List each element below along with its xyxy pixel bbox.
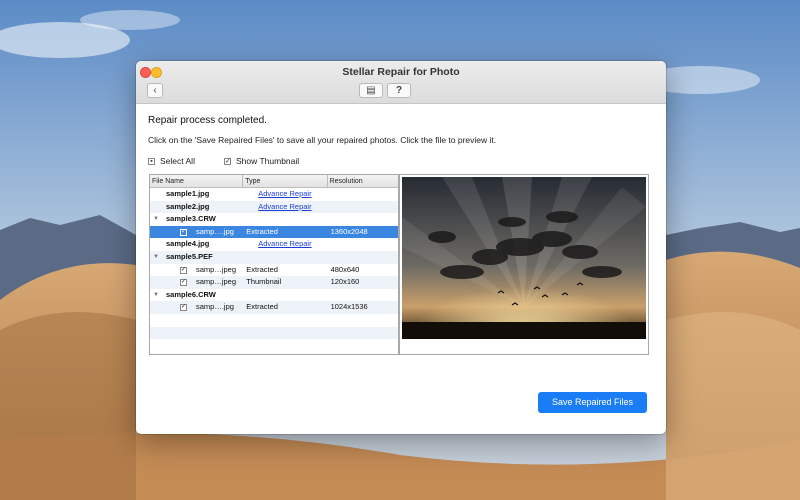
save-icon: ▤ <box>366 85 376 96</box>
empty-row <box>150 314 398 327</box>
table-row[interactable]: ✓ samp…jpeg Extracted 480x640 <box>150 264 398 277</box>
show-thumbnail-label: Show Thumbnail <box>236 156 300 166</box>
table-row[interactable]: ✓ samp…jpeg Thumbnail 120x160 <box>150 276 398 289</box>
file-name: samp…jpeg <box>196 277 237 287</box>
file-name: sample2.jpg <box>166 201 210 211</box>
column-header-type[interactable]: Type <box>243 175 328 187</box>
back-button[interactable]: ‹ <box>147 83 163 98</box>
file-type <box>243 251 327 264</box>
resolution <box>328 251 398 264</box>
file-name: samp…jpeg <box>196 264 237 274</box>
resolution <box>328 213 398 226</box>
table-row[interactable]: ▼ sample3.CRW <box>150 213 398 226</box>
column-header-resolution[interactable]: Resolution <box>328 175 398 187</box>
disclosure-triangle-icon[interactable]: ▼ <box>153 213 159 226</box>
file-name: sample4.jpg <box>166 239 210 249</box>
select-all-checkbox-icon[interactable]: ▪ <box>148 157 155 165</box>
row-checkbox-icon[interactable]: ✓ <box>180 266 187 274</box>
table-row[interactable]: ▼ sample6.CRW <box>150 289 398 302</box>
file-type <box>243 289 327 302</box>
table-body: sample1.jpg Advance Repair sample2.jpg A… <box>150 188 398 352</box>
help-icon: ? <box>395 85 403 96</box>
resolution: 1360x2048 <box>330 226 368 236</box>
window-title: Stellar Repair for Photo <box>342 66 460 78</box>
preview-image <box>402 177 646 339</box>
app-window: Stellar Repair for Photo ‹ ▤ ? Repair pr… <box>136 61 666 434</box>
disclosure-triangle-icon[interactable]: ▼ <box>153 251 159 264</box>
file-type: Extracted <box>246 302 278 312</box>
select-all-label: Select All <box>160 156 195 166</box>
table-row[interactable]: sample4.jpg Advance Repair <box>150 238 398 251</box>
file-name: samp….jpg <box>196 226 234 236</box>
advance-repair-link[interactable]: Advance Repair <box>246 189 311 198</box>
file-type: Thumbnail <box>246 277 282 287</box>
row-checkbox-icon[interactable]: ✓ <box>180 228 187 236</box>
row-checkbox-icon[interactable]: ✓ <box>180 279 187 287</box>
table-row[interactable]: sample1.jpg Advance Repair <box>150 188 398 201</box>
back-icon: ‹ <box>153 85 157 96</box>
table-row[interactable]: ▼ sample5.PEF <box>150 250 398 264</box>
select-all-option[interactable]: ▪ Select All <box>148 156 195 166</box>
disclosure-triangle-icon[interactable]: ▼ <box>153 289 159 302</box>
file-type: Extracted <box>246 226 278 236</box>
table-header: File Name Type Resolution <box>150 175 398 188</box>
help-button[interactable]: ? <box>387 83 411 98</box>
file-name: samp….jpg <box>196 302 234 312</box>
title-bar: Stellar Repair for Photo ‹ ▤ ? <box>136 61 666 104</box>
file-name: sample6.CRW <box>166 289 216 299</box>
file-name: sample3.CRW <box>166 214 216 224</box>
resolution <box>328 238 398 251</box>
table-row-selected[interactable]: ✓ samp….jpg Extracted 1360x2048 <box>150 225 398 239</box>
resolution: 1024x1536 <box>330 302 368 312</box>
resolution <box>328 289 398 302</box>
file-name: sample5.PEF <box>166 251 213 261</box>
advance-repair-link[interactable]: Advance Repair <box>246 239 311 248</box>
resolution <box>328 201 398 214</box>
show-thumbnail-option[interactable]: ✓ Show Thumbnail <box>224 156 299 166</box>
image-preview-pane <box>399 174 649 355</box>
table-row[interactable]: ✓ samp….jpg Extracted 1024x1536 <box>150 301 398 314</box>
advance-repair-link[interactable]: Advance Repair <box>246 202 311 211</box>
empty-row <box>150 339 398 352</box>
table-row[interactable]: sample2.jpg Advance Repair <box>150 200 398 214</box>
instruction-text: Click on the 'Save Repaired Files' to sa… <box>148 135 497 145</box>
main-content: Repair process completed. Click on the '… <box>136 104 666 434</box>
show-thumbnail-checkbox-icon[interactable]: ✓ <box>224 157 231 165</box>
resolution: 120x160 <box>330 277 360 287</box>
save-toolbar-button[interactable]: ▤ <box>359 83 383 98</box>
row-checkbox-icon[interactable]: ✓ <box>180 304 187 312</box>
file-type: Extracted <box>246 264 278 274</box>
file-table: File Name Type Resolution sample1.jpg Ad… <box>149 174 399 355</box>
empty-row <box>150 326 398 340</box>
file-type <box>243 213 327 226</box>
status-heading: Repair process completed. <box>148 115 267 126</box>
resolution: 480x640 <box>330 264 360 274</box>
resolution <box>328 188 398 201</box>
file-name: sample1.jpg <box>166 189 210 198</box>
column-header-file-name[interactable]: File Name <box>150 175 244 187</box>
save-repaired-files-button[interactable]: Save Repaired Files <box>538 392 647 413</box>
